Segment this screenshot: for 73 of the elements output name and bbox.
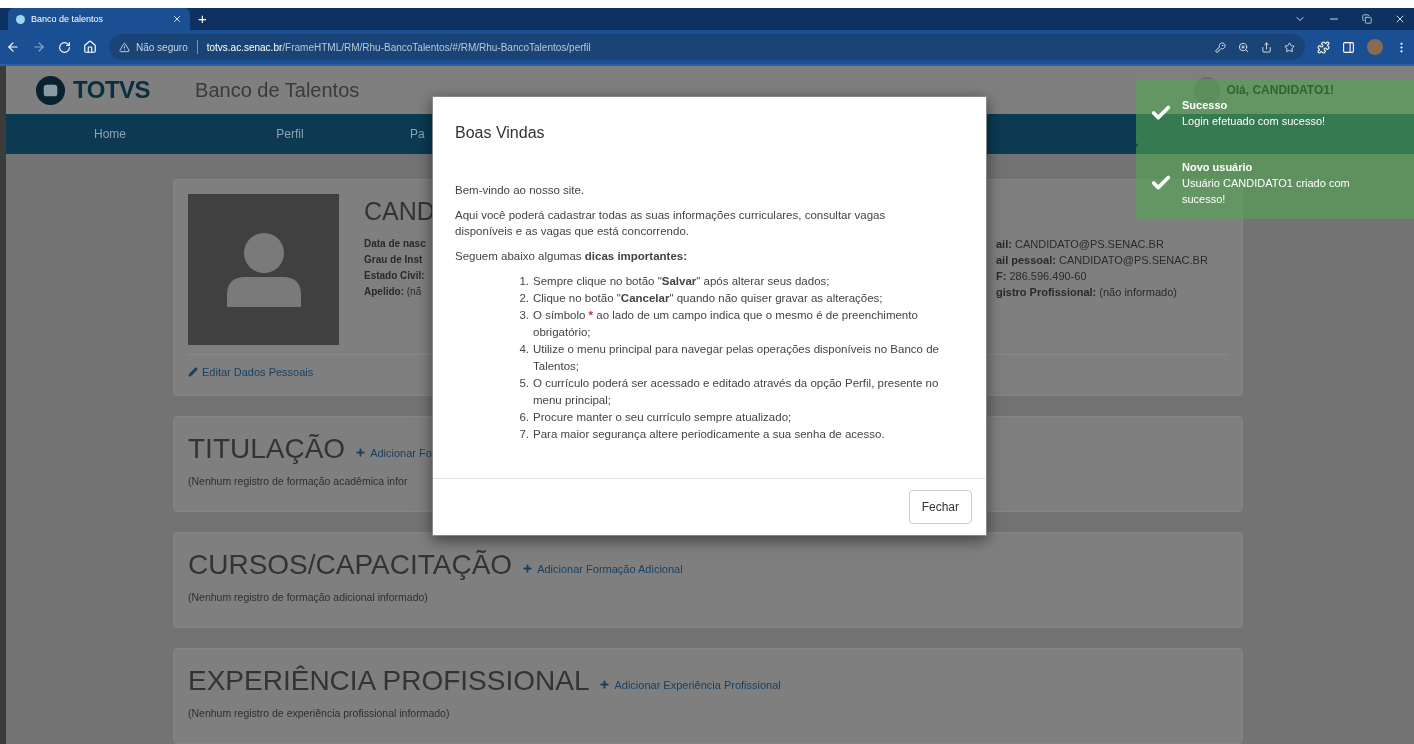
profile-field: Estado Civil: xyxy=(364,268,425,284)
list-number: 1. xyxy=(518,274,529,289)
puzzle-icon[interactable] xyxy=(1317,40,1330,54)
back-icon[interactable] xyxy=(6,40,20,54)
candidate-name: CAND xyxy=(364,197,435,226)
close-button[interactable]: Fechar xyxy=(908,490,972,524)
security-label: Não seguro xyxy=(136,41,188,53)
list-number: 5. xyxy=(518,376,529,391)
list-number: 2. xyxy=(518,291,529,306)
profile-field: gistro Profissional: (não informado) xyxy=(996,284,1208,300)
add-link[interactable]: Adicionar Fo xyxy=(355,446,432,459)
tip-text: Para maior segurança altere periodicamente a sua senha de acesso. xyxy=(533,427,885,442)
profile-field: Apelido: (nã xyxy=(364,284,422,300)
empty-message: (Nenhum registro de formação acadêmica infor xyxy=(188,475,409,487)
profile-field: Data de nasc xyxy=(364,236,426,252)
dialog-paragraph: Seguem abaixo algumas dicas importantes: xyxy=(455,249,689,264)
tip-text: Clique no botão "Cancelar" quando não quiser gravar as alterações; xyxy=(533,291,883,306)
user-silhouette-icon xyxy=(226,233,301,307)
list-number: 7. xyxy=(518,427,529,442)
toast-title: Novo usuário xyxy=(1182,160,1254,175)
nav-link[interactable]: Home xyxy=(20,127,200,142)
section-title: CURSOS/CAPACITAÇÃO xyxy=(188,549,513,581)
profile-field: ail: CANDIDATO@PS.SENAC.BR xyxy=(996,236,1208,252)
favicon-icon xyxy=(16,14,25,24)
section-title: EXPERIÊNCIA PROFISSIONAL xyxy=(188,665,590,697)
tip-text: O símbolo * ao lado de um campo indica que o mesmo é de preenchimento obrigatório; xyxy=(533,308,919,340)
url-host: totvs.ac.senac.br xyxy=(206,41,283,53)
edit-profile-link[interactable]: Editar Dados Pessoais xyxy=(188,366,314,378)
toast-title: Sucesso xyxy=(1182,98,1229,113)
add-link[interactable]: Adicionar Experiência Profissional xyxy=(599,678,781,691)
section-title: TITULAÇÃO xyxy=(188,433,346,465)
side-panel-icon[interactable] xyxy=(1342,40,1355,54)
browser-tab[interactable]: Banco de talentos xyxy=(8,8,190,30)
tip-text: Utilize o menu principal para navegar pelas operações disponíveis no Banco de Talentos; xyxy=(533,342,940,374)
list-number: 6. xyxy=(518,410,529,425)
close-icon[interactable] xyxy=(1394,13,1406,25)
tip-text: O currículo poderá ser acessado e editado através da opção Perfil, presente no menu principal; xyxy=(533,376,940,408)
empty-message: (Nenhum registro de formação adicional informado) xyxy=(188,591,429,603)
dialog-paragraph: Aqui você poderá cadastrar todas as suas informações curriculares, consultar vagas disponíveis e as vagas que está concorrendo. xyxy=(455,208,887,239)
toast-message: Login efetuado com sucesso! xyxy=(1182,114,1326,129)
plus-icon xyxy=(355,447,367,458)
zoom-icon[interactable] xyxy=(1238,41,1249,53)
profile-field: F: 286.596.490-60 xyxy=(996,268,1208,284)
reload-icon[interactable] xyxy=(58,40,71,54)
tip-text: Procure manter o seu currículo sempre atualizado; xyxy=(533,410,792,425)
tip-text: Sempre clique no botão "Salvar" após alterar seus dados; xyxy=(533,274,830,289)
list-number: 3. xyxy=(518,308,529,323)
share-icon[interactable] xyxy=(1261,41,1272,53)
empty-message: (Nenhum registro de experiência profissional informado) xyxy=(188,707,451,719)
site-title: Banco de Talentos xyxy=(195,78,360,102)
forward-icon[interactable] xyxy=(32,40,46,54)
star-icon[interactable] xyxy=(1284,41,1295,53)
home-icon[interactable] xyxy=(83,40,97,54)
nav-link[interactable]: Perfil xyxy=(200,127,380,142)
profile-field: ail pessoal: CANDIDATO@PS.SENAC.BR xyxy=(996,252,1208,268)
address-bar[interactable]: Não seguro totvs.ac.senac.br/FrameHTML/RM/Rhu-BancoTalentos/#/RM/Rhu-BancoTalentos/perfil xyxy=(109,34,1305,60)
new-tab-button[interactable]: + xyxy=(198,10,207,27)
list-number: 4. xyxy=(518,342,529,357)
key-icon[interactable] xyxy=(1215,41,1226,53)
restore-icon[interactable] xyxy=(1362,14,1372,24)
pencil-icon xyxy=(188,367,198,377)
profile-field: Grau de Inst xyxy=(364,252,423,268)
dialog-paragraph: Bem-vindo ao nosso site. xyxy=(455,183,586,198)
add-link[interactable]: Adicionar Formação Adicional xyxy=(522,562,683,575)
close-icon[interactable] xyxy=(172,14,182,24)
toast-message: Usuário CANDIDATO1 criado com sucesso! xyxy=(1182,176,1351,207)
logo-icon xyxy=(35,74,66,106)
plus-icon xyxy=(522,563,534,574)
logo-text: TOTVS xyxy=(73,76,151,105)
plus-icon xyxy=(599,679,611,690)
url-path: /FrameHTML/RM/Rhu-BancoTalentos/#/RM/Rhu-BancoTalentos/perfil xyxy=(282,41,591,53)
dialog-title: Boas Vindas xyxy=(454,123,546,143)
warning-icon xyxy=(119,41,130,53)
